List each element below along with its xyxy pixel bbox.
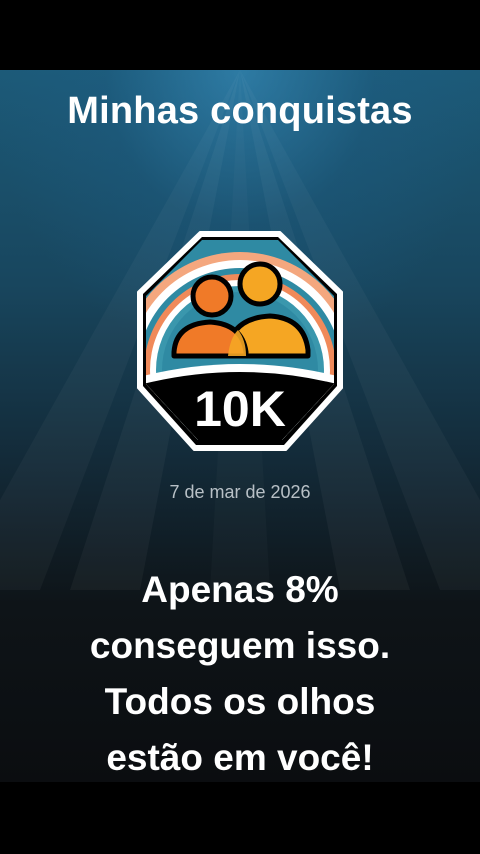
achievement-date: 7 de mar de 2026 bbox=[169, 482, 311, 502]
page-title: Minhas conquistas bbox=[67, 90, 413, 132]
screen: Minhas conquistas 10K 7 de mar de 2026 A… bbox=[0, 0, 480, 854]
message-line: Apenas 8% bbox=[141, 569, 339, 610]
message-line: conseguem isso. bbox=[89, 625, 391, 666]
achievement-badge: 10K bbox=[137, 231, 343, 451]
achievement-panel: Minhas conquistas 10K 7 de mar de 2026 A… bbox=[0, 70, 480, 782]
message-line: estão em você! bbox=[106, 737, 374, 778]
achievement-message: Apenas 8% conseguem isso. Todos os olhos… bbox=[0, 562, 480, 782]
badge-label: 10K bbox=[194, 381, 286, 437]
message-line: Todos os olhos bbox=[104, 681, 376, 722]
